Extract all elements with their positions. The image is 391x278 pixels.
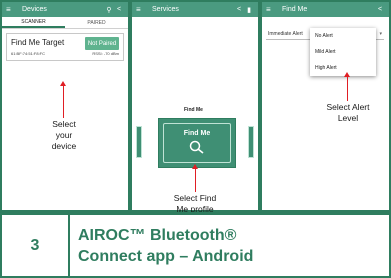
device-card[interactable]: Find Me Target Not Paired 61:BF:74:51:F8…	[6, 33, 124, 61]
share-icon[interactable]: <	[114, 6, 124, 13]
arrow-to-level	[344, 72, 350, 101]
chevron-down-icon: ▾	[379, 30, 382, 37]
find-me-tile-text: Find Me	[183, 130, 211, 137]
find-me-app-bar: ≡ Find Me <	[262, 2, 389, 17]
note-select-device: Select your device	[51, 119, 77, 151]
device-rssi: RSSI: -70 dBm	[92, 51, 119, 56]
find-me-profile-tile[interactable]: Find Me	[158, 118, 236, 168]
find-me-title: Find Me	[282, 6, 308, 13]
device-tabs: SCANNER PAIRED	[2, 17, 128, 29]
tab-paired[interactable]: PAIRED	[65, 17, 128, 28]
app-screens: ≡ Devices ⚲ < SCANNER PAIRED Find Me Tar…	[0, 0, 391, 214]
devices-title: Devices	[22, 6, 47, 13]
search-icon[interactable]: ⚲	[104, 6, 114, 14]
magnifier-svg	[189, 140, 204, 154]
note-select-level: Select Alert Level	[326, 102, 370, 123]
not-paired-button[interactable]: Not Paired	[85, 37, 119, 50]
services-app-bar: ≡ Services < ▮	[132, 2, 258, 17]
option-no-alert[interactable]: No Alert	[310, 28, 376, 44]
arrow-to-device	[60, 81, 66, 118]
menu-icon[interactable]: ≡	[136, 5, 146, 14]
devices-screen: ≡ Devices ⚲ < SCANNER PAIRED Find Me Tar…	[0, 0, 130, 212]
magnifier-icon	[189, 140, 205, 156]
profile-label: Find Me	[184, 107, 203, 113]
menu-icon[interactable]: ≡	[6, 5, 16, 14]
alert-level-value: Immediate Alert	[268, 30, 303, 37]
alert-dropdown: No Alert Mild Alert High Alert	[310, 28, 376, 76]
prev-profile-tile[interactable]	[136, 126, 142, 158]
arrow-to-profile	[192, 164, 198, 192]
share-icon[interactable]: <	[234, 6, 244, 13]
option-mild-alert[interactable]: Mild Alert	[310, 44, 376, 60]
find-me-tile-inner: Find Me	[163, 123, 231, 163]
step-footer: 3 AIROC™ Bluetooth® Connect app – Androi…	[0, 212, 391, 278]
device-address: 61:BF:74:51:F8:FC	[11, 51, 46, 56]
menu-icon[interactable]: ≡	[266, 5, 276, 14]
share-icon[interactable]: <	[375, 6, 385, 13]
option-high-alert[interactable]: High Alert	[310, 60, 376, 76]
step-number: 3	[2, 215, 70, 276]
devices-app-bar: ≡ Devices ⚲ <	[2, 2, 128, 17]
more-icon[interactable]: ▮	[244, 6, 254, 14]
next-profile-tile[interactable]	[248, 126, 254, 158]
services-title: Services	[152, 6, 179, 13]
step-title: AIROC™ Bluetooth® Connect app – Android	[78, 226, 254, 265]
tab-scanner[interactable]: SCANNER	[2, 17, 65, 28]
